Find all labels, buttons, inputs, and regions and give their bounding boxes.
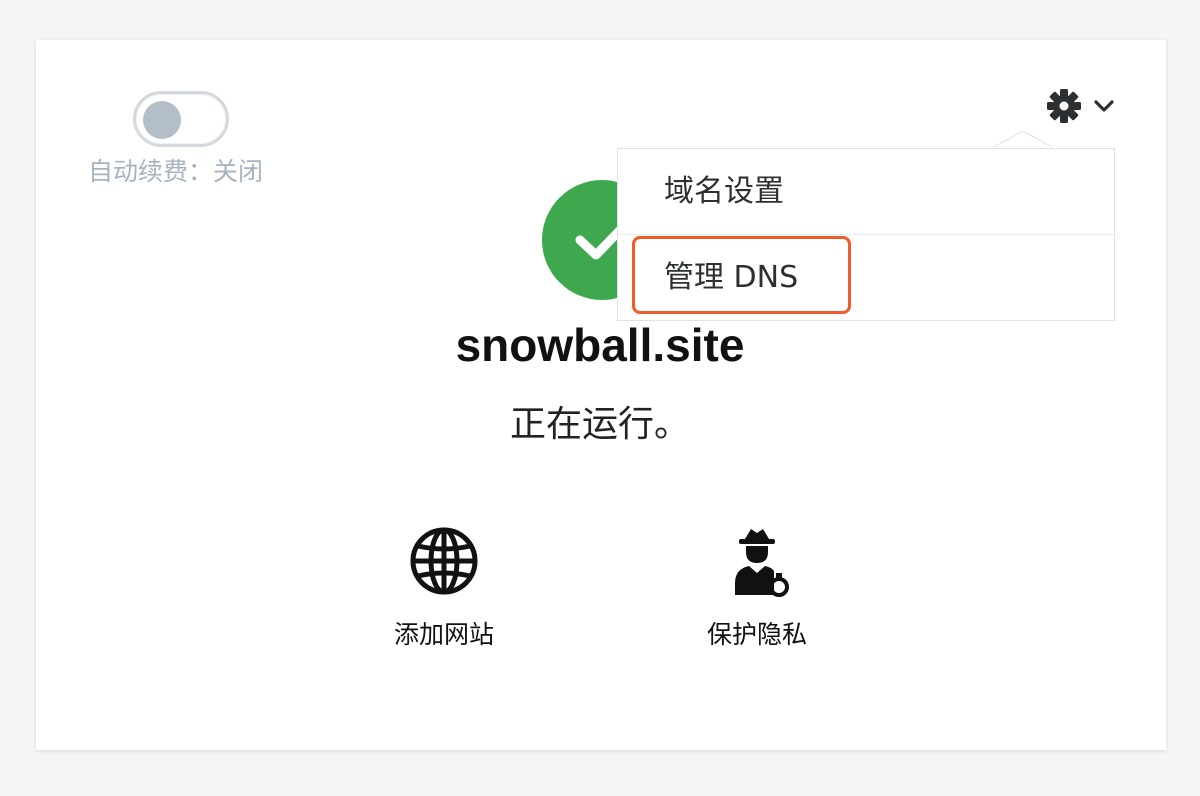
add-website-button[interactable]: 添加网站 <box>344 525 544 655</box>
domain-name: snowball.site <box>455 319 745 371</box>
globe-icon <box>410 527 478 595</box>
add-website-label: 添加网站 <box>393 620 494 649</box>
domain-status: 正在运行。 <box>509 404 690 445</box>
privacy-agent-icon <box>735 529 789 597</box>
auto-renew-toggle[interactable] <box>133 91 229 147</box>
menu-item-domain-settings[interactable]: 域名设置 <box>618 149 1114 235</box>
chevron-down-icon <box>1094 100 1114 112</box>
gear-icon <box>1047 89 1081 123</box>
dropdown-caret <box>992 131 1054 149</box>
manage-dns-highlight <box>632 236 851 314</box>
settings-menu-button[interactable] <box>1046 88 1118 126</box>
auto-renew-label: 自动续费：关闭 <box>88 157 264 186</box>
toggle-knob <box>143 101 181 139</box>
protect-privacy-button[interactable]: 保护隐私 <box>657 525 857 655</box>
protect-privacy-label: 保护隐私 <box>706 620 807 649</box>
